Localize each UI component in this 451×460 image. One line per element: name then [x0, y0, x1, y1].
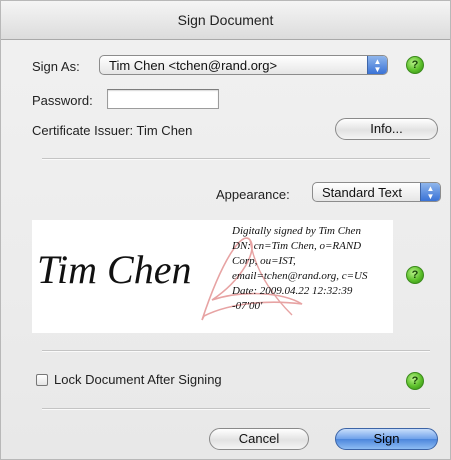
popup-arrows-icon: ▲ ▼: [367, 56, 387, 74]
help-icon[interactable]: ?: [406, 266, 424, 284]
separator: [42, 350, 430, 352]
info-button[interactable]: Info...: [335, 118, 438, 140]
sign-as-popup[interactable]: Tim Chen <tchen@rand.org> ▲ ▼: [99, 55, 388, 75]
help-icon[interactable]: ?: [406, 372, 424, 390]
separator: [42, 158, 430, 160]
sign-button[interactable]: Sign: [335, 428, 438, 450]
signature-detail-line: -07'00': [232, 300, 263, 312]
sign-as-value: Tim Chen <tchen@rand.org>: [109, 58, 278, 73]
separator: [42, 408, 430, 410]
lock-document-checkbox[interactable]: [36, 374, 48, 386]
signature-name: Tim Chen: [37, 247, 192, 292]
signature-detail-line: DN: cn=Tim Chen, o=RAND: [232, 240, 362, 252]
appearance-label: Appearance:: [216, 187, 290, 202]
title-bar: Sign Document: [1, 1, 450, 40]
certificate-issuer-label: Certificate Issuer: Tim Chen: [32, 123, 193, 138]
popup-arrows-icon: ▲ ▼: [420, 183, 440, 201]
signature-preview: Tim Chen Digitally signed by Tim Chen DN…: [32, 220, 393, 333]
dialog-title: Sign Document: [177, 12, 274, 28]
signature-details: Digitally signed by Tim Chen DN: cn=Tim …: [232, 224, 392, 314]
appearance-value: Standard Text: [322, 185, 402, 200]
signature-detail-line: Date: 2009.04.22 12:32:39: [232, 285, 353, 297]
cancel-button[interactable]: Cancel: [209, 428, 309, 450]
signature-detail-line: Digitally signed by Tim Chen: [232, 225, 361, 237]
signature-detail-line: email=tchen@rand.org, c=US: [232, 270, 368, 282]
signature-detail-line: Corp, ou=IST,: [232, 255, 296, 267]
sign-as-label: Sign As:: [32, 59, 80, 74]
help-icon[interactable]: ?: [406, 56, 424, 74]
password-field[interactable]: [107, 89, 219, 109]
sign-document-dialog: Sign Document Sign As: Tim Chen <tchen@r…: [0, 0, 451, 460]
password-label: Password:: [32, 93, 93, 108]
appearance-popup[interactable]: Standard Text ▲ ▼: [312, 182, 441, 202]
lock-document-label[interactable]: Lock Document After Signing: [54, 372, 222, 387]
